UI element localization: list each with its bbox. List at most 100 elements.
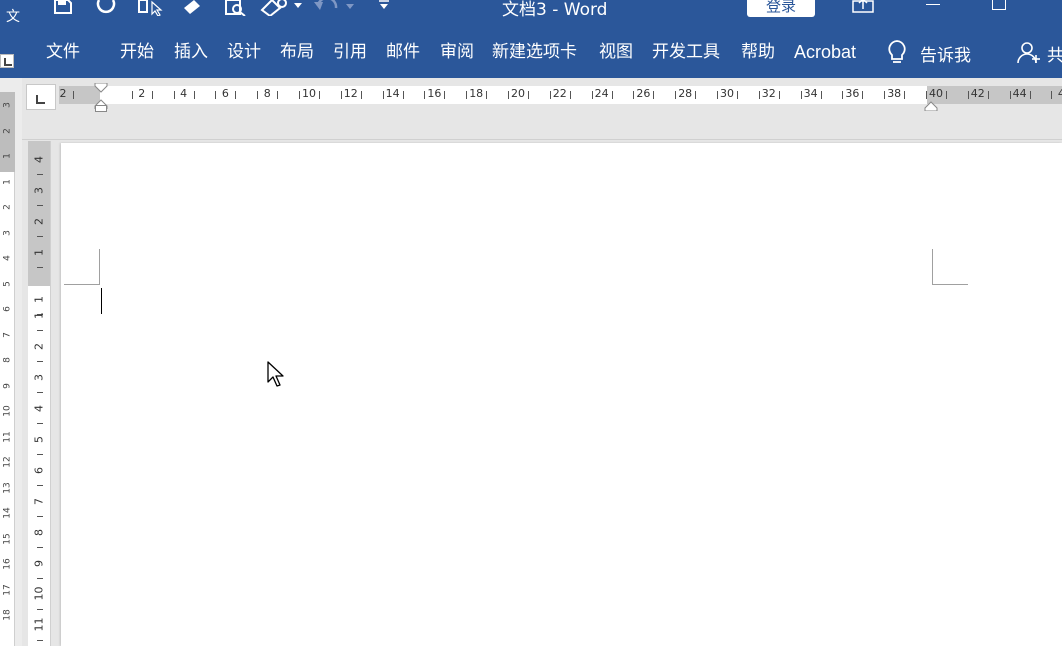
ruler-tick bbox=[675, 91, 677, 99]
tab-help[interactable]: 帮助 bbox=[741, 41, 775, 63]
ruler-tick bbox=[37, 578, 43, 579]
tab-new-tab[interactable]: 新建选项卡 bbox=[492, 41, 577, 63]
background-window: 文 3 2 1 1 2 3 4 5 6 7 8 9 10 11 12 13 14 15 16 17 18 bbox=[0, 0, 22, 646]
ruler-tick bbox=[633, 91, 635, 99]
ruler-tick bbox=[444, 91, 446, 99]
ruler-tick bbox=[1029, 91, 1031, 99]
tab-acrobat[interactable]: Acrobat bbox=[794, 41, 856, 63]
ruler-tick bbox=[402, 91, 404, 99]
ruler-tick bbox=[758, 91, 760, 99]
print-preview-icon[interactable] bbox=[225, 0, 247, 16]
tab-layout[interactable]: 布局 bbox=[280, 41, 314, 63]
background-tab-selector bbox=[0, 54, 14, 68]
ruler-tick bbox=[37, 267, 43, 268]
ruler-number: 38 bbox=[887, 87, 902, 100]
ruler-number: 11 bbox=[32, 617, 46, 632]
ruler-tick bbox=[360, 91, 362, 99]
ruler-tick bbox=[862, 91, 864, 99]
ruler-number: 16 bbox=[427, 87, 442, 100]
background-ruler-number: 14 bbox=[2, 507, 13, 519]
ruler-tick bbox=[235, 91, 237, 99]
restore-icon[interactable] bbox=[992, 0, 1006, 10]
tab-design[interactable]: 设计 bbox=[227, 41, 261, 63]
horizontal-ruler[interactable]: 2 2 4 6 8 10 12 14 16 18 20 22 24 26 28 30 32 34 36 38 40 42 4… bbox=[59, 86, 1062, 104]
save-icon[interactable] bbox=[54, 0, 72, 16]
ruler-number: 1 bbox=[32, 296, 46, 303]
tab-insert[interactable]: 插入 bbox=[174, 41, 208, 63]
background-ruler-number: 16 bbox=[2, 558, 13, 570]
ruler-number: 2 bbox=[59, 87, 67, 100]
ruler-number: 42 bbox=[970, 87, 985, 100]
ruler-number: 7 bbox=[32, 498, 46, 505]
tab-developer[interactable]: 开发工具 bbox=[652, 41, 720, 63]
ruler-tick bbox=[277, 91, 279, 99]
ruler-number: 6 bbox=[221, 87, 229, 100]
ruler-tick bbox=[73, 91, 74, 99]
ruler-number: 34 bbox=[803, 87, 818, 100]
background-ruler-number: 18 bbox=[2, 609, 13, 621]
ruler-number: 36 bbox=[845, 87, 860, 100]
ruler-tick bbox=[842, 91, 844, 99]
ruler-tick bbox=[37, 361, 43, 362]
ruler-number: 12 bbox=[343, 87, 358, 100]
ruler-tick bbox=[466, 91, 468, 99]
ruler-number: 26 bbox=[636, 87, 651, 100]
right-margin-region bbox=[927, 86, 1062, 104]
tab-review[interactable]: 审阅 bbox=[440, 41, 474, 63]
ruler-number: 1 bbox=[32, 249, 46, 256]
touch-mode-icon[interactable] bbox=[138, 0, 164, 16]
ruler-number: 8 bbox=[32, 529, 46, 536]
tab-references[interactable]: 引用 bbox=[333, 41, 367, 63]
background-ruler-number: 1 bbox=[2, 178, 13, 185]
background-vertical-ruler: 3 2 1 1 2 3 4 5 6 7 8 9 10 11 12 13 14 15 16 17 18 bbox=[0, 92, 15, 646]
ruler-tick bbox=[37, 609, 43, 610]
login-button[interactable]: 登录 bbox=[747, 0, 815, 17]
ruler-tick bbox=[257, 91, 259, 99]
format-painter-icon[interactable] bbox=[180, 0, 202, 16]
ruler-number: 8 bbox=[263, 87, 271, 100]
customize-qat-icon[interactable] bbox=[378, 0, 390, 16]
ruler-tick bbox=[340, 91, 342, 99]
tab-mailings[interactable]: 邮件 bbox=[386, 41, 420, 63]
background-ruler-number: 10 bbox=[2, 405, 13, 417]
vertical-ruler[interactable]: 4 3 2 1 1 1 2 3 4 5 6 7 8 9 10 11 bbox=[28, 141, 51, 646]
background-ruler-number: 1 bbox=[2, 153, 13, 159]
ruler-number: 44 bbox=[1012, 87, 1027, 100]
minimize-icon[interactable] bbox=[924, 0, 942, 10]
lightbulb-icon bbox=[886, 39, 908, 69]
document-page[interactable] bbox=[61, 143, 1062, 646]
ruler-number: 6 bbox=[32, 467, 46, 474]
ruler-number: 22 bbox=[552, 87, 567, 100]
title-bar: 文档3 - Word 登录 bbox=[22, 0, 1062, 30]
ruler-tick bbox=[653, 91, 655, 99]
background-window-titlebar: 文 bbox=[0, 0, 22, 40]
ruler-tick bbox=[528, 91, 529, 99]
ruler-number: 2 bbox=[138, 87, 146, 100]
shapes-icon[interactable] bbox=[260, 0, 304, 16]
ruler-tick bbox=[299, 91, 300, 99]
tab-view[interactable]: 视图 bbox=[599, 41, 633, 63]
ruler-tick bbox=[967, 91, 969, 99]
ruler-tick bbox=[904, 91, 906, 99]
background-ruler-number: 13 bbox=[2, 481, 13, 494]
ruler-tick bbox=[151, 91, 153, 99]
tab-home[interactable]: 开始 bbox=[120, 41, 154, 63]
ruler-number: 30 bbox=[720, 87, 734, 100]
ruler-number: 4 bbox=[180, 87, 188, 100]
right-indent-marker[interactable] bbox=[924, 96, 938, 115]
tab-stop-selector[interactable] bbox=[26, 84, 56, 110]
ruler-tick bbox=[37, 330, 43, 331]
ribbon-display-icon[interactable] bbox=[852, 0, 874, 17]
tab-file[interactable]: 文件 bbox=[46, 41, 80, 63]
ruler-number: 14 bbox=[385, 87, 400, 100]
ruler-tick bbox=[37, 392, 43, 393]
ruler-tick bbox=[820, 91, 822, 99]
ruler-tick bbox=[987, 91, 989, 99]
ruler-tick bbox=[717, 91, 718, 99]
autosave-icon[interactable] bbox=[96, 0, 116, 16]
ruler-tick bbox=[549, 91, 551, 99]
ruler-tick bbox=[37, 205, 43, 206]
background-ruler-number: 4 bbox=[2, 255, 13, 261]
left-indent-marker[interactable] bbox=[95, 105, 107, 112]
ruler-number: 4 bbox=[1057, 87, 1062, 100]
